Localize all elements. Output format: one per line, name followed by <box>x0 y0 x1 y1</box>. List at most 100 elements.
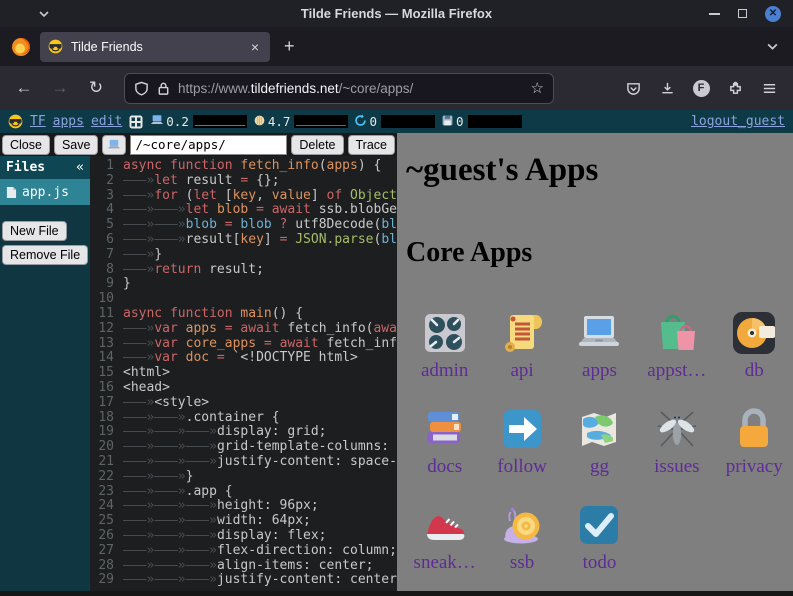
code-line[interactable]: 28———»———»———»align-items: center; <box>90 559 397 574</box>
save-button[interactable]: Save <box>54 135 99 155</box>
code-line[interactable]: 15<html> <box>90 366 397 381</box>
code-line[interactable]: 21———»———»———»justify-content: space-a <box>90 455 397 470</box>
forward-button[interactable]: → <box>46 74 74 102</box>
code-line[interactable]: 18———»———».container { <box>90 411 397 426</box>
new-file-button[interactable]: New File <box>2 221 67 241</box>
window-title: Tilde Friends — Mozilla Firefox <box>0 6 793 21</box>
app-tile-api[interactable]: api <box>488 297 556 393</box>
code-line[interactable]: 1async function fetch_info(apps) { <box>90 159 397 174</box>
code-line[interactable]: 6———»———»result[key] = JSON.parse(blo <box>90 233 397 248</box>
line-number: 26 <box>90 529 114 544</box>
code-line[interactable]: 13———»var core_apps = await fetch_info <box>90 337 397 352</box>
smiley-sunglasses-icon <box>8 114 23 129</box>
app-tile-issues[interactable]: issues <box>643 393 711 489</box>
tf-home-link[interactable]: TF <box>30 114 46 129</box>
line-number: 1 <box>90 159 114 174</box>
extensions-puzzle-icon[interactable] <box>721 74 749 102</box>
line-number: 6 <box>90 233 114 248</box>
app-tile-sneak[interactable]: sneak… <box>411 489 479 585</box>
computer-disk-icon <box>730 309 778 357</box>
knobs-icon <box>421 309 469 357</box>
reload-button[interactable]: ↻ <box>82 74 110 102</box>
editor-pane: Close Save Delete Trace Files « <box>0 133 397 591</box>
apps-title: ~guest's Apps <box>406 152 793 189</box>
code-line[interactable]: 7———»} <box>90 248 397 263</box>
pocket-icon[interactable] <box>619 74 647 102</box>
code-line[interactable]: 22———»———»} <box>90 470 397 485</box>
code-line[interactable]: 9} <box>90 277 397 292</box>
url-text[interactable]: https://www.tildefriends.net/~core/apps/ <box>178 81 524 96</box>
code-line[interactable]: 19———»———»———»display: grid; <box>90 425 397 440</box>
chevron-down-icon[interactable] <box>38 10 50 18</box>
app-tile-follow[interactable]: follow <box>488 393 556 489</box>
close-button[interactable]: Close <box>2 135 50 155</box>
app-tile-apps[interactable]: apps <box>565 297 633 393</box>
bookmark-star-icon[interactable]: ☆ <box>531 79 544 97</box>
line-number: 23 <box>90 485 114 500</box>
world-map-icon <box>575 405 623 453</box>
app-label: todo <box>583 552 617 574</box>
apps-grid-icon[interactable] <box>129 115 143 129</box>
app-tile-admin[interactable]: admin <box>411 297 479 393</box>
code-line[interactable]: 16<head> <box>90 381 397 396</box>
resource-stats: 0.2 4.7 0 0 <box>150 114 521 130</box>
code-line[interactable]: 29———»———»———»justify-content: center; <box>90 573 397 588</box>
code-line[interactable]: 4———»———»let blob = await ssb.blobGet <box>90 203 397 218</box>
minimize-button[interactable] <box>709 13 720 15</box>
app-tile-privacy[interactable]: privacy <box>720 393 788 489</box>
maximize-button[interactable] <box>738 9 747 18</box>
apps-link[interactable]: apps <box>53 114 84 129</box>
code-line[interactable]: 2———»let result = {}; <box>90 174 397 189</box>
app-tile-docs[interactable]: docs <box>411 393 479 489</box>
code-line[interactable]: 25———»———»———»width: 64px; <box>90 514 397 529</box>
tab-tilde-friends[interactable]: Tilde Friends × <box>40 32 270 62</box>
collapse-files-icon[interactable]: « <box>76 160 84 175</box>
code-line[interactable]: 12———»var apps = await fetch_info(awai <box>90 322 397 337</box>
app-label: ssb <box>510 552 534 574</box>
code-line[interactable]: 3———»for (let [key, value] of Object. <box>90 189 397 204</box>
downloads-icon[interactable] <box>653 74 681 102</box>
file-item-appjs[interactable]: app.js <box>0 179 90 205</box>
app-tile-todo[interactable]: todo <box>565 489 633 585</box>
edit-link[interactable]: edit <box>91 114 122 129</box>
line-number: 4 <box>90 203 114 218</box>
code-line[interactable]: 26———»———»———»display: flex; <box>90 529 397 544</box>
line-number: 24 <box>90 499 114 514</box>
tab-close-icon[interactable]: × <box>248 39 262 55</box>
app-tile-ssb[interactable]: ssb <box>488 489 556 585</box>
stat-sparkline <box>294 115 348 128</box>
code-line[interactable]: 20———»———»———»grid-template-columns: r <box>90 440 397 455</box>
new-tab-button[interactable]: + <box>284 36 295 57</box>
lock-padlock-icon[interactable] <box>156 81 171 96</box>
code-line[interactable]: 27———»———»———»flex-direction: column; <box>90 544 397 559</box>
delete-button[interactable]: Delete <box>291 135 343 155</box>
app-tile-appst[interactable]: appst… <box>643 297 711 393</box>
logout-link[interactable]: logout_guest <box>691 114 785 129</box>
code-line[interactable]: 11async function main() { <box>90 307 397 322</box>
account-avatar[interactable]: F <box>687 74 715 102</box>
code-editor[interactable]: 1async function fetch_info(apps) { 2———»… <box>90 156 397 591</box>
back-button[interactable]: ← <box>10 74 38 102</box>
close-window-button[interactable]: ✕ <box>765 6 781 22</box>
app-label: appst… <box>647 360 706 382</box>
code-line[interactable]: 24———»———»———»height: 96px; <box>90 499 397 514</box>
preview-laptop-button[interactable] <box>102 135 126 155</box>
code-line[interactable]: 17———»<style> <box>90 396 397 411</box>
code-line[interactable]: 8———»return result; <box>90 263 397 278</box>
snail-icon <box>498 501 546 549</box>
app-tile-db[interactable]: db <box>720 297 788 393</box>
app-tile-gg[interactable]: gg <box>565 393 633 489</box>
menu-hamburger-icon[interactable] <box>755 74 783 102</box>
shield-icon[interactable] <box>134 81 149 96</box>
laptop-icon <box>575 309 623 357</box>
code-line[interactable]: 5———»———»blob = blob ? utf8Decode(blo <box>90 218 397 233</box>
url-bar[interactable]: https://www.tildefriends.net/~core/apps/… <box>124 73 554 104</box>
list-tabs-chevron-icon[interactable] <box>766 42 779 51</box>
tab-bar: Tilde Friends × + <box>0 27 793 66</box>
code-line[interactable]: 14———»var doc = `<!DOCTYPE html> <box>90 351 397 366</box>
code-line[interactable]: 23———»———».app { <box>90 485 397 500</box>
remove-file-button[interactable]: Remove File <box>2 245 88 265</box>
trace-button[interactable]: Trace <box>348 135 396 155</box>
code-line[interactable]: 10 <box>90 292 397 307</box>
app-path-input[interactable] <box>130 135 287 155</box>
